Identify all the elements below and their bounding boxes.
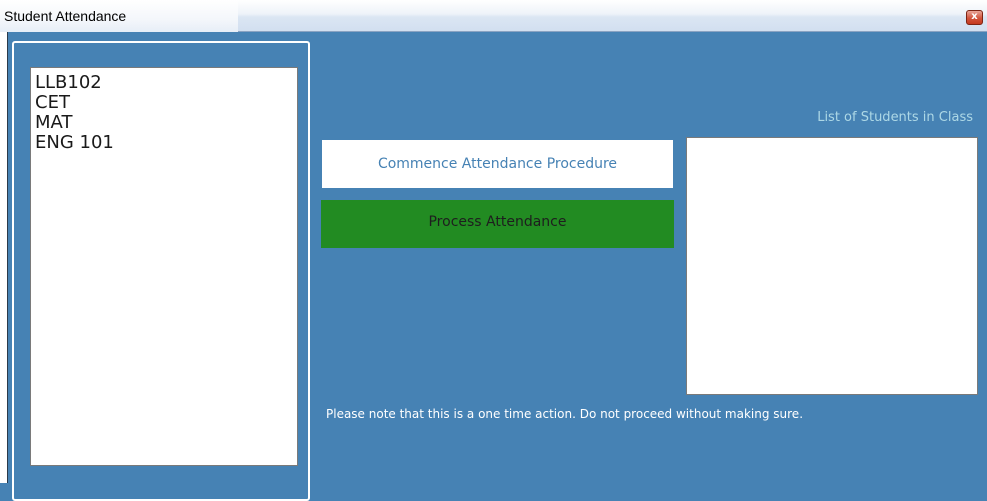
close-icon: x (971, 11, 978, 22)
title-tab: Student Attendance (0, 0, 238, 32)
title-bar: Student Attendance x (0, 0, 987, 32)
course-list-item[interactable]: LLB102 (35, 73, 297, 93)
course-list-item[interactable]: CET (35, 93, 297, 113)
course-list[interactable]: LLB102 CET MAT ENG 101 (30, 67, 298, 466)
commence-attendance-button[interactable]: Commence Attendance Procedure (322, 140, 673, 188)
student-list[interactable] (686, 137, 978, 395)
window-left-border (0, 32, 7, 483)
course-list-item[interactable]: MAT (35, 113, 297, 133)
course-list-item[interactable]: ENG 101 (35, 133, 297, 153)
window-title: Student Attendance (4, 8, 127, 24)
process-attendance-button[interactable]: Process Attendance (321, 200, 674, 248)
student-list-title: List of Students in Class (817, 110, 973, 125)
close-button[interactable]: x (966, 10, 983, 25)
one-time-action-notice: Please note that this is a one time acti… (326, 407, 804, 421)
window-left-border-line (7, 32, 8, 483)
